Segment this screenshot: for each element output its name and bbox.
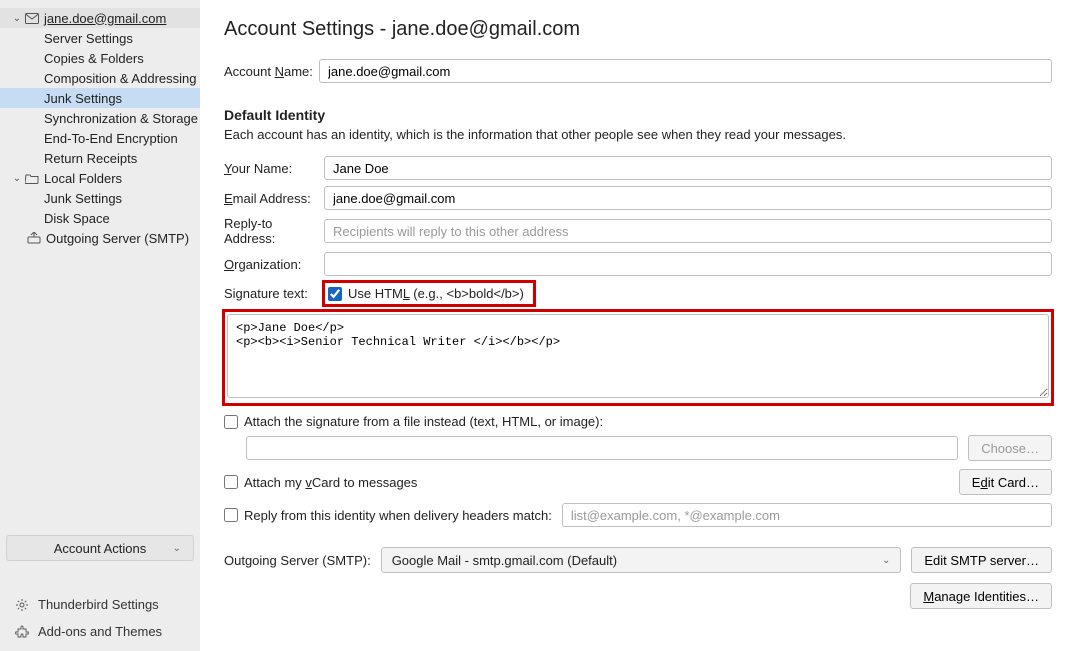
account-name-label: Account Name:	[224, 64, 319, 79]
outgoing-server-select[interactable]: Google Mail - smtp.gmail.com (Default) ⌄	[381, 547, 902, 573]
edit-smtp-button[interactable]: Edit SMTP server…	[911, 547, 1052, 573]
organization-input[interactable]	[324, 252, 1052, 276]
signature-textarea-highlight	[224, 311, 1052, 404]
sidebar-item-label: Disk Space	[44, 211, 110, 226]
manage-identities-button[interactable]: Manage Identities…	[910, 583, 1052, 609]
reply-match-row: Reply from this identity when delivery h…	[224, 503, 1052, 527]
chevron-down-icon: ⌄	[173, 543, 181, 554]
default-identity-desc: Each account has an identity, which is t…	[224, 127, 1052, 142]
account-actions-button[interactable]: Account Actions ⌄	[6, 535, 194, 561]
sidebar-link-label: Thunderbird Settings	[38, 597, 159, 612]
gear-icon	[14, 598, 30, 612]
sidebar-bottom: Account Actions ⌄ Thunderbird Settings A…	[0, 529, 200, 651]
organization-label: Organization:	[224, 257, 324, 272]
chevron-down-icon: ⌄	[10, 173, 24, 184]
account-local-folders[interactable]: ⌄ Local Folders	[0, 168, 200, 188]
use-html-label: Use HTML (e.g., <b>bold</b>)	[348, 286, 524, 301]
attach-vcard-checkbox[interactable]	[224, 475, 238, 489]
default-identity-heading: Default Identity	[224, 107, 1052, 123]
email-input[interactable]	[324, 186, 1052, 210]
your-name-row: Your Name:	[224, 156, 1052, 180]
puzzle-icon	[14, 625, 30, 639]
sidebar-item-label: Synchronization & Storage	[44, 111, 198, 126]
sidebar-item-junk-settings-local[interactable]: Junk Settings	[0, 188, 200, 208]
outgoing-server-label: Outgoing Server (SMTP):	[224, 553, 371, 568]
attach-file-checkbox[interactable]	[224, 415, 238, 429]
main-panel: Account Settings - jane.doe@gmail.com Ac…	[200, 0, 1080, 651]
sidebar-link-label: Add-ons and Themes	[38, 624, 162, 639]
sidebar-item-disk-space[interactable]: Disk Space	[0, 208, 200, 228]
sidebar-item-composition[interactable]: Composition & Addressing	[0, 68, 200, 88]
page-title: Account Settings - jane.doe@gmail.com	[224, 18, 1052, 41]
attach-file-row: Attach the signature from a file instead…	[224, 414, 1052, 429]
sidebar-item-return-receipts[interactable]: Return Receipts	[0, 148, 200, 168]
sidebar-item-label: Junk Settings	[44, 91, 122, 106]
attach-file-path-input[interactable]	[246, 436, 958, 460]
account-name-input[interactable]	[319, 59, 1052, 83]
signature-textarea[interactable]	[227, 314, 1049, 398]
sidebar-item-label: Return Receipts	[44, 151, 137, 166]
sidebar-item-outgoing-smtp[interactable]: Outgoing Server (SMTP)	[0, 228, 200, 248]
vcard-row: Attach my vCard to messages Edit Card…	[224, 469, 1052, 495]
reply-to-input[interactable]	[324, 219, 1052, 243]
your-name-input[interactable]	[324, 156, 1052, 180]
reply-match-checkbox[interactable]	[224, 508, 238, 522]
sidebar-item-label: Composition & Addressing	[44, 71, 196, 86]
sidebar-item-label: End-To-End Encryption	[44, 131, 178, 146]
manage-identities-row: Manage Identities…	[224, 583, 1052, 609]
sidebar: ⌄ jane.doe@gmail.com Server Settings Cop…	[0, 0, 200, 651]
sidebar-tree: ⌄ jane.doe@gmail.com Server Settings Cop…	[0, 8, 200, 529]
sidebar-item-label: Server Settings	[44, 31, 133, 46]
addons-themes-link[interactable]: Add-ons and Themes	[6, 618, 194, 645]
sidebar-item-e2e-encryption[interactable]: End-To-End Encryption	[0, 128, 200, 148]
outgoing-server-row: Outgoing Server (SMTP): Google Mail - sm…	[224, 547, 1052, 573]
reply-to-label: Reply-to Address:	[224, 216, 324, 246]
chevron-down-icon: ⌄	[10, 13, 24, 24]
signature-text-row: Signature text: Use HTML (e.g., <b>bold<…	[224, 282, 1052, 305]
organization-row: Organization:	[224, 252, 1052, 276]
folder-icon	[24, 173, 40, 184]
sidebar-item-copies-folders[interactable]: Copies & Folders	[0, 48, 200, 68]
attach-file-label: Attach the signature from a file instead…	[244, 414, 603, 429]
sidebar-item-server-settings[interactable]: Server Settings	[0, 28, 200, 48]
outbox-icon	[26, 232, 42, 244]
attach-file-path-row: Choose…	[224, 435, 1052, 461]
email-label: Email Address:	[224, 191, 324, 206]
account-jane-doe[interactable]: ⌄ jane.doe@gmail.com	[0, 8, 200, 28]
reply-match-label: Reply from this identity when delivery h…	[244, 508, 552, 523]
your-name-label: Your Name:	[224, 161, 324, 176]
use-html-checkbox[interactable]	[328, 287, 342, 301]
sidebar-item-junk-settings[interactable]: Junk Settings	[0, 88, 200, 108]
reply-match-input[interactable]	[562, 503, 1052, 527]
choose-file-button: Choose…	[968, 435, 1052, 461]
sidebar-item-sync-storage[interactable]: Synchronization & Storage	[0, 108, 200, 128]
account-name-row: Account Name:	[224, 59, 1052, 83]
sidebar-item-label: Outgoing Server (SMTP)	[46, 231, 189, 246]
account-label: jane.doe@gmail.com	[44, 11, 166, 26]
outgoing-server-value: Google Mail - smtp.gmail.com (Default)	[392, 553, 617, 568]
reply-to-row: Reply-to Address:	[224, 216, 1052, 246]
account-actions-label: Account Actions	[54, 541, 147, 556]
edit-card-button[interactable]: Edit Card…	[959, 469, 1052, 495]
email-row: Email Address:	[224, 186, 1052, 210]
use-html-highlight: Use HTML (e.g., <b>bold</b>)	[324, 282, 534, 305]
signature-text-label: Signature text:	[224, 286, 324, 301]
chevron-down-icon: ⌄	[882, 555, 890, 566]
thunderbird-settings-link[interactable]: Thunderbird Settings	[6, 591, 194, 618]
sidebar-item-label: Copies & Folders	[44, 51, 144, 66]
attach-vcard-label: Attach my vCard to messages	[244, 475, 417, 490]
mail-icon	[24, 13, 40, 24]
account-label: Local Folders	[44, 171, 122, 186]
sidebar-item-label: Junk Settings	[44, 191, 122, 206]
